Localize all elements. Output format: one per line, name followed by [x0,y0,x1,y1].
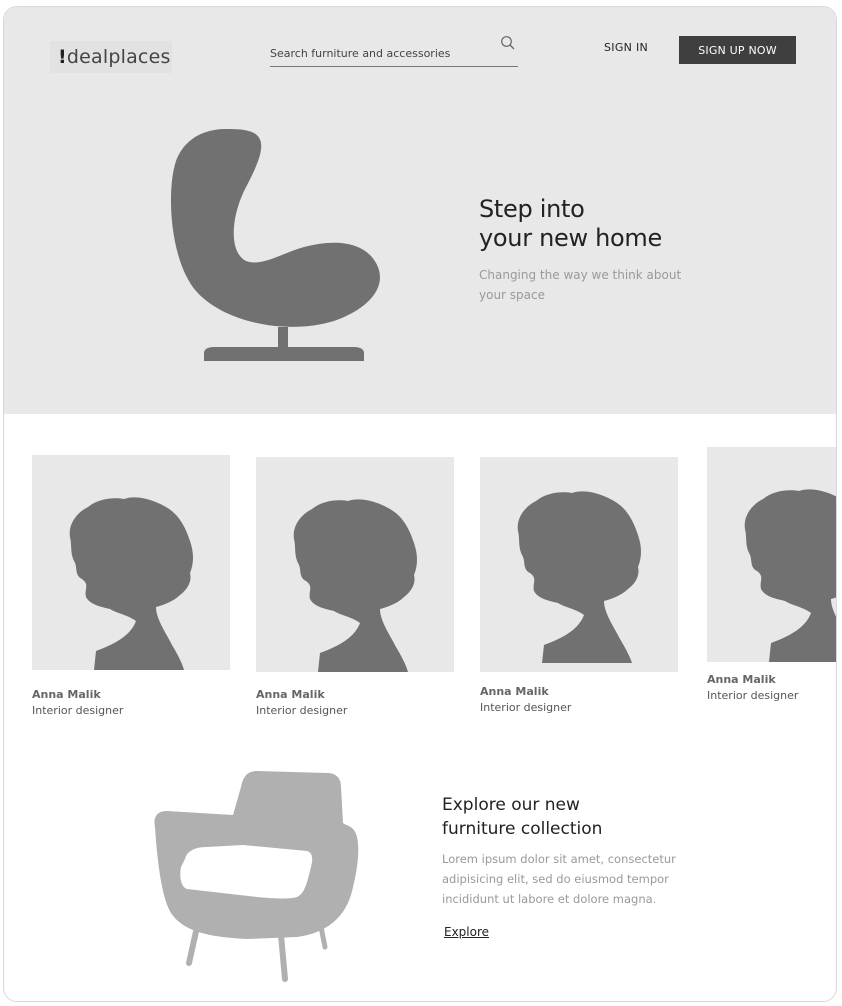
designer-photo [256,457,454,672]
designer-card[interactable]: Anna Malik Interior designer [256,457,454,727]
search-bar [270,33,518,67]
logo-mark: ! [58,46,67,68]
designer-card[interactable]: Anna Malik Interior designer [707,447,836,717]
designer-photo [480,457,678,672]
hero-title-line-1: Step into [479,195,585,223]
profile-silhouette [69,497,193,670]
designer-photo [707,447,836,662]
egg-chair-illustration [170,129,380,361]
profile-silhouette [517,491,641,663]
hero-title: Step into your new home [479,195,739,253]
explore-link[interactable]: Explore [444,925,489,939]
explore-title-line-2: furniture collection [442,819,603,839]
search-input[interactable] [270,43,490,63]
designer-name: Anna Malik [707,673,776,686]
designer-name: Anna Malik [32,688,101,701]
search-icon[interactable] [500,35,516,51]
designer-role: Interior designer [707,689,799,702]
designer-name: Anna Malik [256,688,325,701]
designer-name: Anna Malik [480,685,549,698]
hero-section: !dealplaces SIGN IN SIGN UP NOW Step int… [4,7,836,414]
designer-card[interactable]: Anna Malik Interior designer [32,455,230,725]
designer-role: Interior designer [32,704,124,717]
explore-title: Explore our new furniture collection [442,793,682,841]
page-frame: !dealplaces SIGN IN SIGN UP NOW Step int… [3,6,837,1002]
armchair-illustration [154,771,359,982]
explore-description: Lorem ipsum dolor sit amet, consectetur … [442,852,676,906]
profile-silhouette [744,489,836,662]
explore-title-line-1: Explore our new [442,795,580,815]
logo[interactable]: ! dealplaces [50,41,172,73]
designer-role: Interior designer [256,704,348,717]
logo-text: dealplaces [66,46,171,68]
sign-up-button[interactable]: SIGN UP NOW [679,36,796,64]
designer-role: Interior designer [480,701,572,714]
sign-in-link[interactable]: SIGN IN [604,41,648,59]
hero-subtitle: Changing the way we think about your spa… [479,268,682,302]
hero-title-line-2: your new home [479,224,662,252]
designer-card[interactable]: Anna Malik Interior designer [480,457,678,727]
profile-silhouette [293,499,417,672]
designer-photo [32,455,230,670]
